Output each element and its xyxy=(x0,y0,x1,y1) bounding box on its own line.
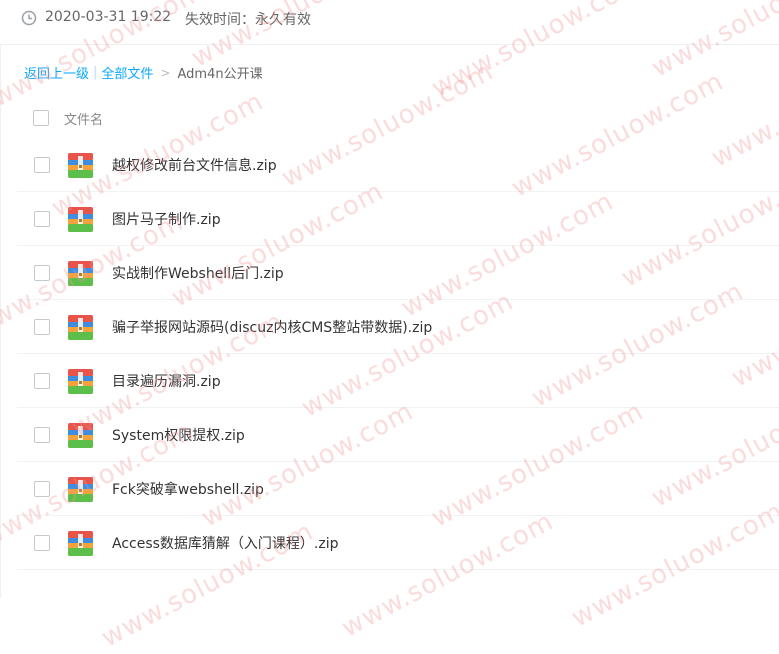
file-checkbox[interactable] xyxy=(34,265,50,281)
zip-file-icon xyxy=(68,261,93,286)
expiry-text: 失效时间：永久有效 xyxy=(185,12,311,28)
share-date: 2020-03-31 19:22 xyxy=(45,9,172,25)
zip-file-icon xyxy=(68,477,93,502)
file-row[interactable]: 实战制作Webshell后门.zip xyxy=(17,246,779,300)
file-row[interactable]: 越权修改前台文件信息.zip xyxy=(17,138,779,192)
file-row[interactable]: 图片马子制作.zip xyxy=(17,192,779,246)
breadcrumb: 返回上一级 | 全部文件 > Adm4n公开课 xyxy=(24,63,263,82)
file-row[interactable]: Fck突破拿webshell.zip xyxy=(17,462,779,516)
file-name[interactable]: 目录遍历漏洞.zip xyxy=(112,371,221,391)
column-header-filename: 文件名 xyxy=(64,113,104,128)
file-name[interactable]: 越权修改前台文件信息.zip xyxy=(112,155,277,175)
file-checkbox[interactable] xyxy=(34,481,50,497)
file-checkbox[interactable] xyxy=(34,373,50,389)
file-name[interactable]: 实战制作Webshell后门.zip xyxy=(112,263,284,283)
file-checkbox[interactable] xyxy=(34,319,50,335)
file-row[interactable]: System权限提权.zip xyxy=(17,408,779,462)
breadcrumb-arrow: > xyxy=(160,65,171,80)
zip-file-icon xyxy=(68,369,93,394)
file-checkbox[interactable] xyxy=(34,427,50,443)
zip-file-icon xyxy=(68,423,93,448)
left-border xyxy=(0,45,1,598)
zip-file-icon xyxy=(68,153,93,178)
file-checkbox[interactable] xyxy=(34,211,50,227)
file-name[interactable]: 图片马子制作.zip xyxy=(112,209,221,229)
zip-file-icon xyxy=(68,315,93,340)
back-link[interactable]: 返回上一级 xyxy=(24,63,89,82)
file-checkbox[interactable] xyxy=(34,157,50,173)
breadcrumb-separator: | xyxy=(93,65,98,80)
file-list-header: 文件名 xyxy=(17,99,779,138)
file-row[interactable]: 骗子举报网站源码(discuz内核CMS整站带数据).zip xyxy=(17,300,779,354)
all-files-link[interactable]: 全部文件 xyxy=(101,63,153,82)
select-all-checkbox[interactable] xyxy=(33,110,49,126)
clock-icon xyxy=(21,10,37,26)
file-name[interactable]: Access数据库猜解（入门课程）.zip xyxy=(112,533,339,553)
file-name[interactable]: 骗子举报网站源码(discuz内核CMS整站带数据).zip xyxy=(112,317,432,337)
file-name[interactable]: System权限提权.zip xyxy=(112,425,245,445)
file-list: 越权修改前台文件信息.zip 图片马子制作.zip 实战制作Webshell后门.z… xyxy=(17,138,779,570)
file-row[interactable]: Access数据库猜解（入门课程）.zip xyxy=(17,516,779,570)
share-info-bar: 2020-03-31 19:22 失效时间：永久有效 xyxy=(0,0,779,45)
zip-file-icon xyxy=(68,531,93,556)
current-folder: Adm4n公开课 xyxy=(177,67,263,82)
file-checkbox[interactable] xyxy=(34,535,50,551)
file-row[interactable]: 目录遍历漏洞.zip xyxy=(17,354,779,408)
zip-file-icon xyxy=(68,207,93,232)
file-name[interactable]: Fck突破拿webshell.zip xyxy=(112,479,264,499)
